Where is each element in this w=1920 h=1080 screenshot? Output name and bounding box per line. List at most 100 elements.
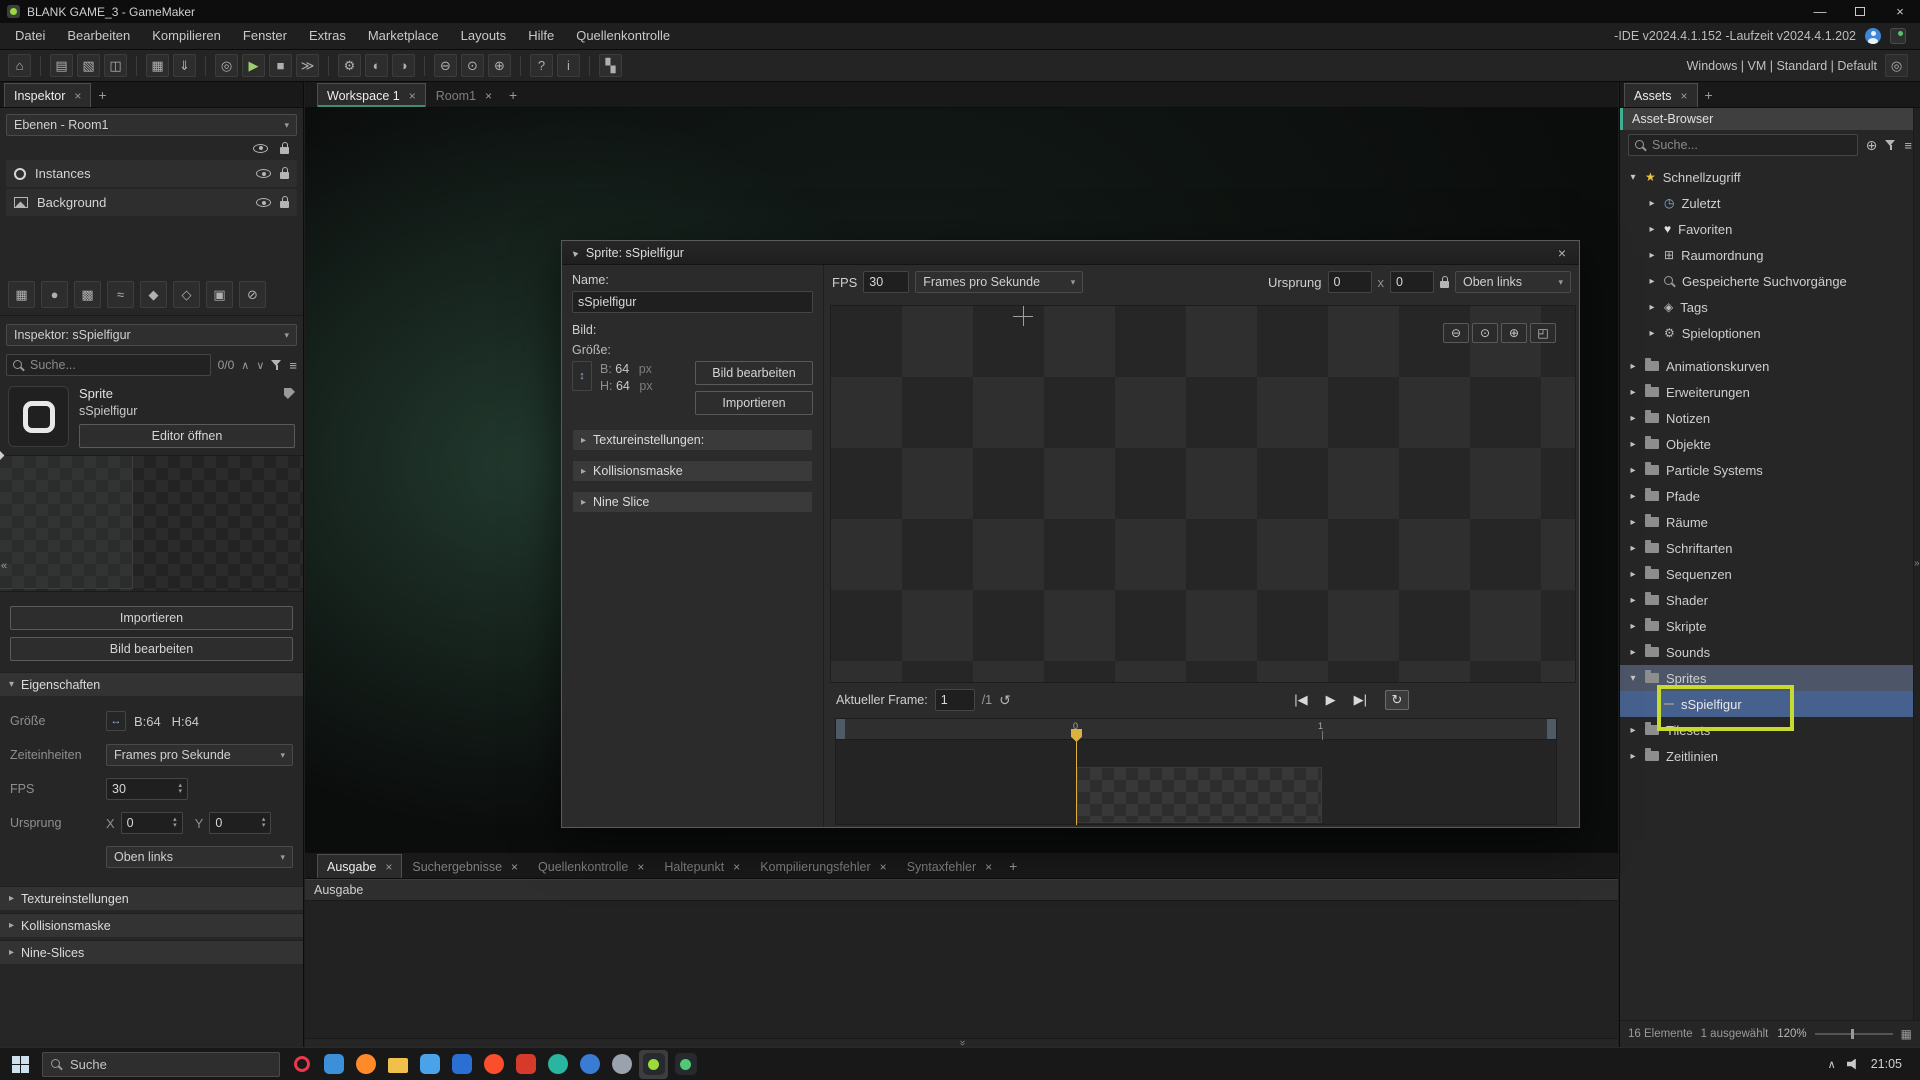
section-kollisionsmaske[interactable]: ▸Kollisionsmaske (0, 913, 303, 937)
minimize-button[interactable]: — (1800, 0, 1840, 23)
asset-tree-item-raumordnung[interactable]: ▸⊞Raumordnung (1620, 242, 1913, 268)
search-next-icon[interactable]: ∨ (256, 359, 264, 372)
section-textureinstellungen[interactable]: ▸Textureinstellungen (0, 886, 303, 910)
tab-workspace-1[interactable]: Workspace 1× (317, 83, 426, 107)
blue-app-icon[interactable] (575, 1050, 604, 1079)
add-asset-icon[interactable]: ⊕ (1866, 137, 1878, 154)
grid-view-icon[interactable]: ▦ (1901, 1027, 1912, 1041)
origin-preset-dropdown[interactable]: Oben links ▾ (1455, 271, 1571, 293)
close-tab-icon[interactable]: × (511, 860, 518, 874)
code-editor-icon[interactable] (319, 1050, 348, 1079)
asset-tree-item-sounds[interactable]: ▸Sounds (1620, 639, 1913, 665)
timeline-track[interactable] (835, 740, 1557, 825)
caret-icon[interactable]: ▸ (1628, 465, 1638, 476)
caret-icon[interactable]: ▸ (1628, 491, 1638, 502)
caret-icon[interactable]: ▸ (1628, 595, 1638, 606)
eye-icon[interactable] (256, 169, 271, 178)
new-project-icon[interactable]: ▤ (50, 54, 73, 77)
close-tab-icon[interactable]: × (880, 860, 887, 874)
user-avatar[interactable] (1865, 28, 1881, 44)
skip-last-icon[interactable]: ▶| (1354, 692, 1367, 708)
marketplace-icon[interactable]: ◑ (392, 54, 415, 77)
caret-icon[interactable]: ▸ (1647, 276, 1657, 287)
close-tab-icon[interactable]: × (485, 89, 492, 103)
tab-quellenkontrolle[interactable]: Quellenkontrolle× (528, 854, 654, 878)
notifications-icon[interactable] (1890, 28, 1906, 44)
open-editor-button[interactable]: Editor öffnen (79, 424, 295, 448)
asset-tree-item-notizen[interactable]: ▸Notizen (1620, 405, 1913, 431)
lock-icon[interactable] (280, 172, 289, 179)
steam-icon[interactable] (607, 1050, 636, 1079)
asset-search[interactable] (1628, 134, 1858, 156)
open-project-icon[interactable]: ▧ (77, 54, 100, 77)
layout-icon[interactable]: ▚ (599, 54, 622, 77)
teal-app-icon[interactable] (543, 1050, 572, 1079)
lock-icon[interactable] (280, 147, 289, 154)
add-effect-layer-icon[interactable]: ◇ (173, 281, 200, 308)
close-tab-icon[interactable]: × (637, 860, 644, 874)
asset-tree-item-schriftarten[interactable]: ▸Schriftarten (1620, 535, 1913, 561)
stop-icon[interactable]: ■ (269, 54, 292, 77)
add-path-layer-icon[interactable]: ≈ (107, 281, 134, 308)
gamemaker-icon[interactable] (639, 1050, 668, 1079)
tab-ausgabe[interactable]: Ausgabe× (317, 854, 402, 878)
output-content[interactable] (305, 901, 1618, 1037)
caret-icon[interactable]: ▾ (1628, 673, 1638, 684)
menu-icon[interactable]: ≡ (1904, 139, 1912, 152)
layer-row-background[interactable]: Background (6, 189, 297, 216)
menu-item-datei[interactable]: Datei (4, 23, 56, 49)
add-tab-button[interactable]: + (91, 83, 113, 107)
tab-room1[interactable]: Room1× (426, 83, 502, 107)
caret-icon[interactable]: ▸ (1628, 517, 1638, 528)
add-asset-layer-icon[interactable]: ◆ (140, 281, 167, 308)
dialog-section-textureinstellungen[interactable]: ▸Textureinstellungen: (572, 429, 813, 451)
close-tab-icon[interactable]: × (1681, 89, 1688, 103)
add-instance-layer-icon[interactable]: ● (41, 281, 68, 308)
frame-0-thumbnail[interactable] (1077, 767, 1322, 823)
stepper-arrows-icon[interactable]: ▴▾ (167, 817, 177, 829)
dialog-section-kollisionsmaske[interactable]: ▸Kollisionsmaske (572, 460, 813, 482)
menu-item-marketplace[interactable]: Marketplace (357, 23, 450, 49)
asset-tree-item-r-ume[interactable]: ▸Räume (1620, 509, 1913, 535)
add-tab-button[interactable]: + (502, 83, 524, 107)
sprite-preview[interactable] (0, 455, 303, 592)
close-dialog-icon[interactable]: × (1553, 245, 1571, 261)
origin-preset-dropdown[interactable]: Oben links ▾ (106, 846, 293, 868)
origin-x-input[interactable] (1328, 271, 1372, 293)
time-units-dropdown[interactable]: Frames pro Sekunde ▾ (106, 744, 293, 766)
caret-icon[interactable]: ▸ (1628, 543, 1638, 554)
sprite-canvas[interactable]: ⊖ ⊙ ⊕ ◰ (830, 305, 1576, 683)
asset-tree-item-animationskurven[interactable]: ▸Animationskurven (1620, 353, 1913, 379)
tab-kompilierungsfehler[interactable]: Kompilierungsfehler× (750, 854, 897, 878)
zoom-reset-icon[interactable]: ⊙ (1472, 323, 1498, 343)
lock-icon[interactable] (1440, 281, 1449, 288)
zoom-out-icon[interactable]: ⊖ (434, 54, 457, 77)
caret-icon[interactable]: ▸ (1628, 361, 1638, 372)
menu-icon[interactable]: ≡ (289, 359, 297, 372)
tab-inspektor[interactable]: Inspektor × (4, 83, 91, 107)
zoom-in-icon[interactable]: ⊕ (1501, 323, 1527, 343)
caret-icon[interactable]: ▾ (1628, 172, 1638, 183)
package-icon[interactable]: ◐ (365, 54, 388, 77)
menu-item-quellenkontrolle[interactable]: Quellenkontrolle (565, 23, 681, 49)
section-nine-slices[interactable]: ▸Nine-Slices (0, 940, 303, 964)
edit-image-button[interactable]: Bild bearbeiten (10, 637, 293, 661)
tab-assets[interactable]: Assets × (1624, 83, 1698, 107)
stepper-arrows-icon[interactable]: ▴▾ (256, 817, 266, 829)
filter-icon[interactable] (271, 360, 282, 371)
caret-icon[interactable]: ▸ (1647, 198, 1657, 209)
asset-tree-item-tags[interactable]: ▸◈Tags (1620, 294, 1913, 320)
asset-tree-item-pfade[interactable]: ▸Pfade (1620, 483, 1913, 509)
mail-icon[interactable] (415, 1050, 444, 1079)
asset-tree-item-zeitlinien[interactable]: ▸Zeitlinien (1620, 743, 1913, 769)
stepper-arrows-icon[interactable]: ▴▾ (172, 783, 182, 795)
inspector-search[interactable] (6, 354, 211, 376)
add-tab-button[interactable]: + (1698, 83, 1720, 107)
import-resources-icon[interactable]: ⇓ (173, 54, 196, 77)
import-button[interactable]: Importieren (695, 391, 813, 415)
asset-tree-item-skripte[interactable]: ▸Skripte (1620, 613, 1913, 639)
maximize-button[interactable] (1840, 0, 1880, 23)
caret-icon[interactable]: ▸ (1647, 328, 1657, 339)
file-explorer-icon[interactable] (383, 1050, 412, 1079)
office-icon[interactable] (447, 1050, 476, 1079)
